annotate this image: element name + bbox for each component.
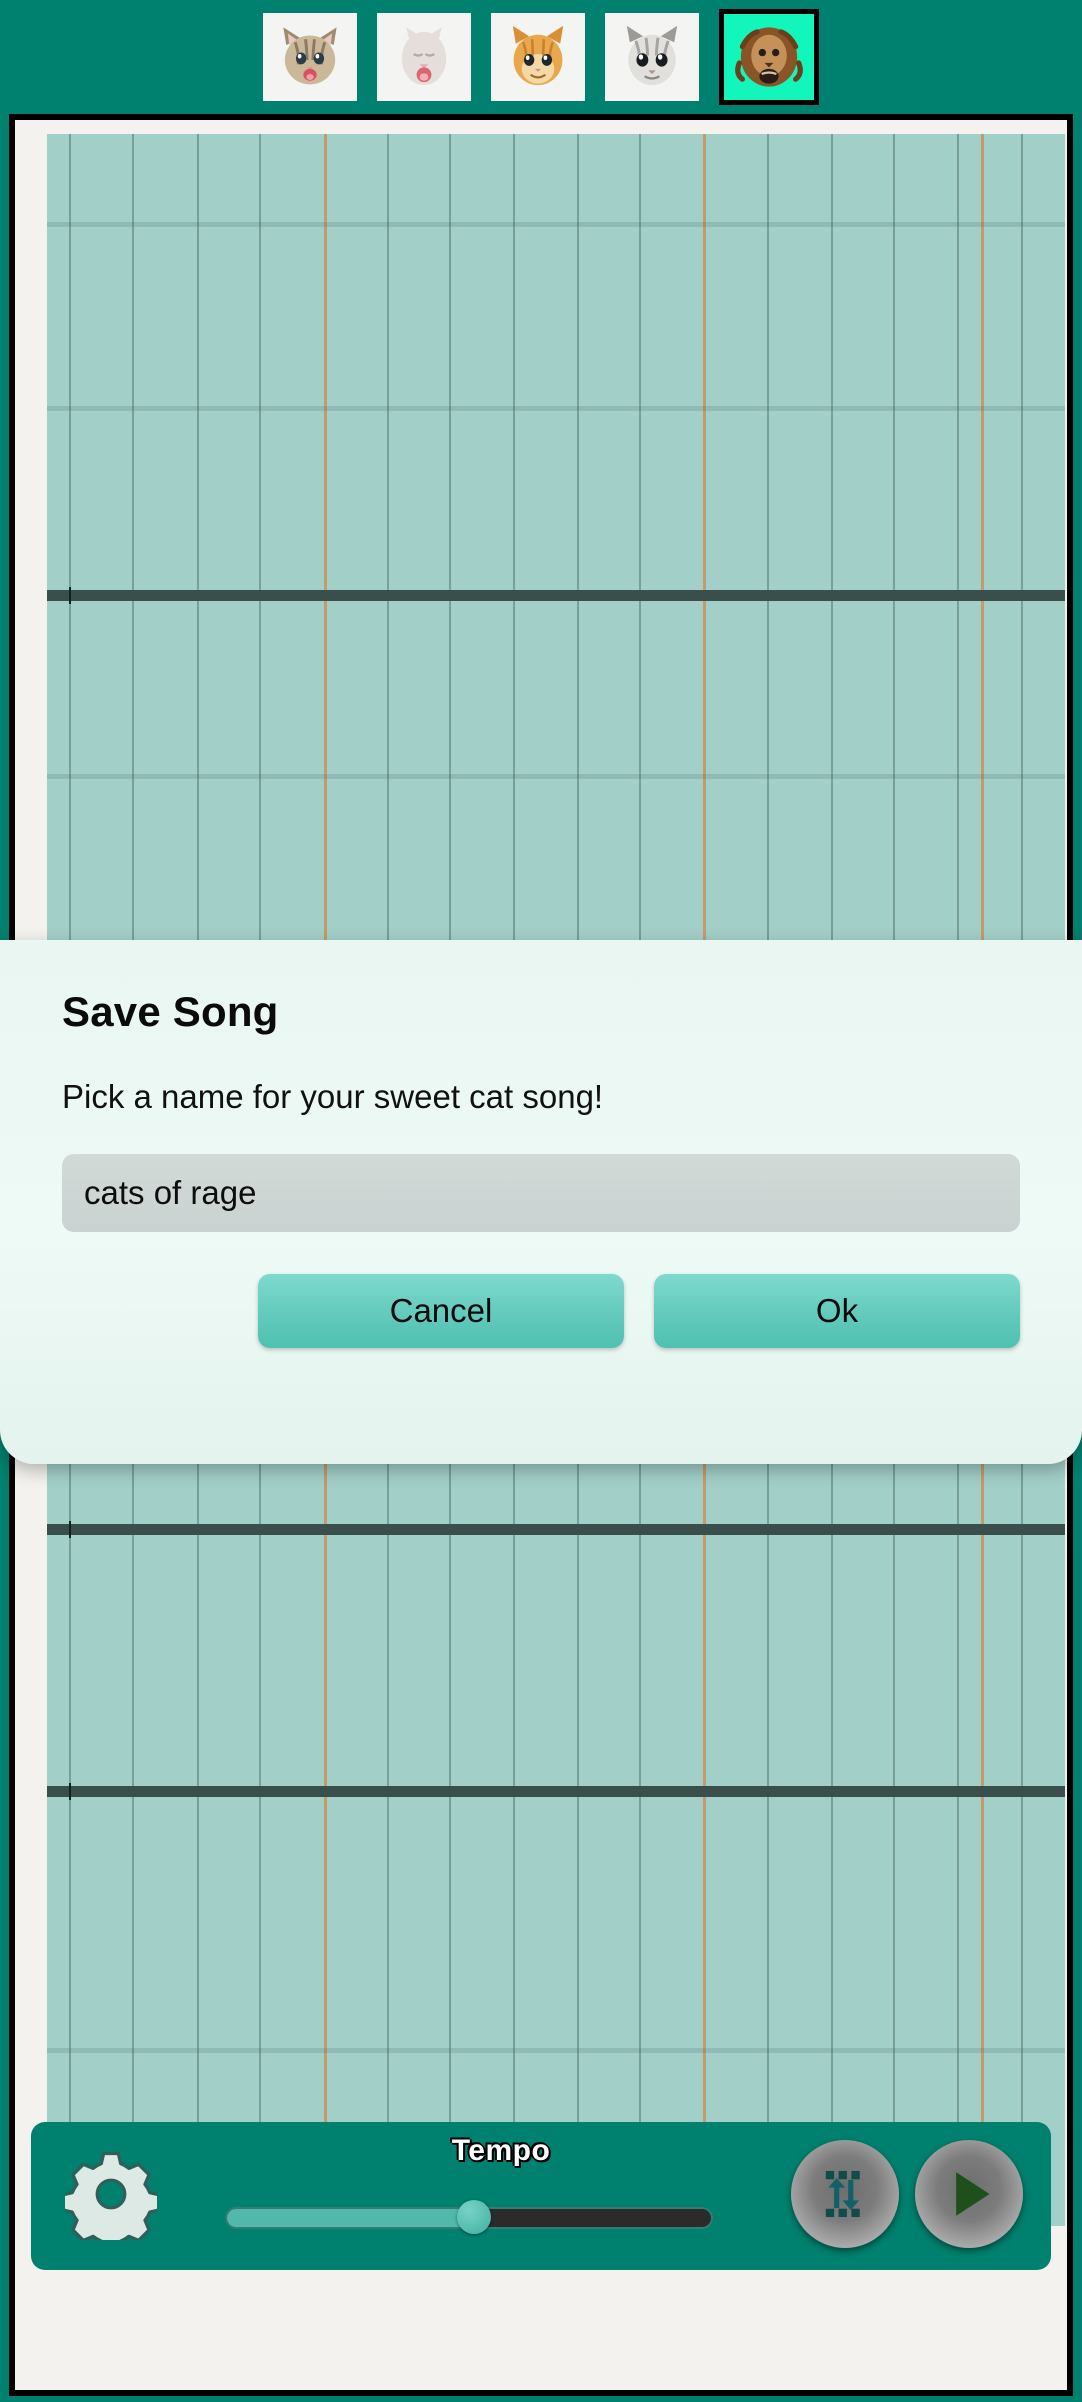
lion-face-icon bbox=[732, 20, 806, 94]
grid-note-marker bbox=[69, 587, 71, 604]
grid-horizontal-line bbox=[47, 774, 1065, 779]
transport-toolbar: Tempo bbox=[31, 2122, 1051, 2270]
cat-sound-palette bbox=[0, 0, 1082, 114]
cat-face-icon bbox=[501, 20, 575, 94]
tempo-slider-thumb[interactable] bbox=[456, 2200, 491, 2234]
dialog-message: Pick a name for your sweet cat song! bbox=[62, 1078, 604, 1115]
tempo-slider[interactable] bbox=[227, 2200, 711, 2234]
dialog-button-row: Cancel Ok bbox=[62, 1274, 1020, 1348]
song-name-input[interactable]: cats of rage bbox=[62, 1154, 1020, 1232]
play-icon bbox=[937, 2162, 1001, 2226]
grid-note-marker bbox=[69, 1783, 71, 1800]
ok-button[interactable]: Ok bbox=[654, 1274, 1020, 1348]
tempo-label: Tempo bbox=[451, 2134, 551, 2167]
cat-face-icon bbox=[273, 20, 347, 94]
palette-item-cat-3[interactable] bbox=[491, 13, 585, 101]
save-song-dialog: Save Song Pick a name for your sweet cat… bbox=[0, 940, 1082, 1464]
grid-horizontal-line bbox=[47, 587, 1065, 604]
palette-item-cat-5[interactable] bbox=[719, 9, 819, 105]
cat-face-icon bbox=[387, 20, 461, 94]
play-button[interactable] bbox=[915, 2140, 1023, 2248]
palette-item-cat-1[interactable] bbox=[263, 13, 357, 101]
grid-horizontal-line bbox=[47, 406, 1065, 411]
shuffle-icon bbox=[813, 2162, 877, 2226]
grid-horizontal-line bbox=[47, 1783, 1065, 1800]
grid-horizontal-line bbox=[47, 222, 1065, 227]
tempo-slider-fill bbox=[227, 2209, 474, 2227]
dialog-title: Save Song bbox=[62, 988, 279, 1035]
gear-icon bbox=[65, 2148, 157, 2240]
grid-note-marker bbox=[69, 1521, 71, 1538]
grid-horizontal-line bbox=[47, 2048, 1065, 2053]
palette-item-cat-4[interactable] bbox=[605, 13, 699, 101]
cancel-button[interactable]: Cancel bbox=[258, 1274, 624, 1348]
settings-button[interactable] bbox=[63, 2146, 159, 2242]
cat-face-icon bbox=[615, 20, 689, 94]
grid-horizontal-line bbox=[47, 1521, 1065, 1538]
shuffle-button[interactable] bbox=[791, 2140, 899, 2248]
palette-item-cat-2[interactable] bbox=[377, 13, 471, 101]
